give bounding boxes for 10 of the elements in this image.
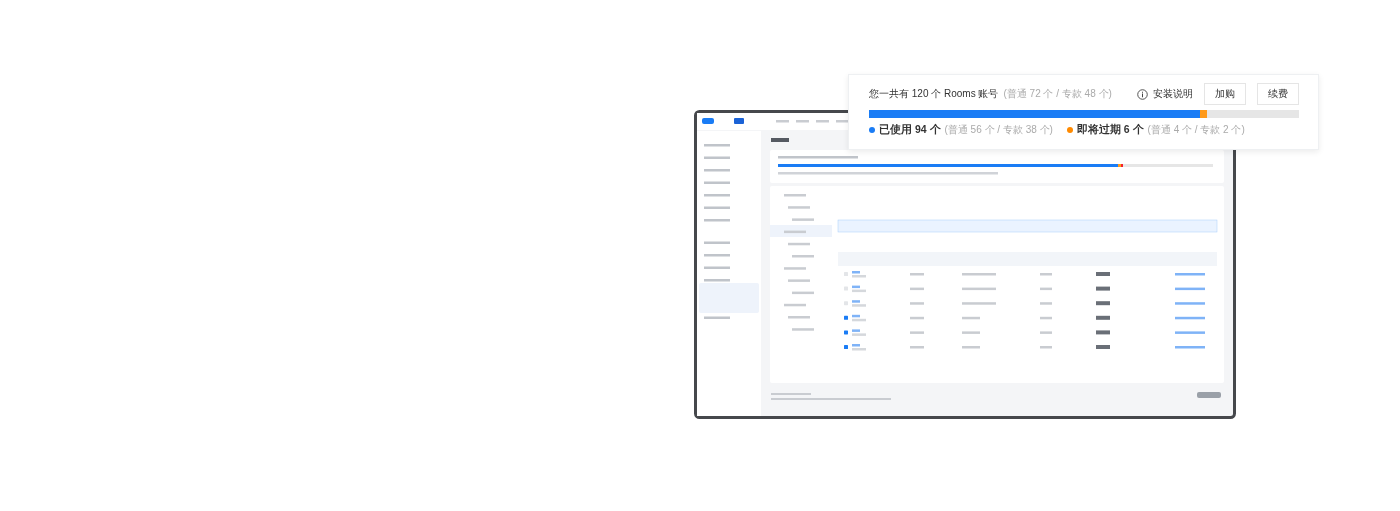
info-icon bbox=[1137, 88, 1148, 100]
toolbar-button[interactable]: 续费 bbox=[1257, 83, 1299, 105]
toolbar-button[interactable]: 加购 bbox=[1204, 83, 1246, 105]
account-breakdown: (普通 72 个 / 专款 48 个) bbox=[1003, 87, 1112, 101]
legend-label: 已使用 94 个 bbox=[879, 123, 941, 137]
legend-breakdown: (普通 4 个 / 专款 2 个) bbox=[1147, 123, 1245, 137]
account-summary: 您一共有 120 个 Rooms 账号 bbox=[869, 87, 999, 101]
legend-label: 即将过期 6 个 bbox=[1076, 123, 1144, 137]
legend-breakdown: (普通 56 个 / 专款 38 个) bbox=[944, 123, 1053, 137]
install-guide-link[interactable]: 安装说明 bbox=[1153, 87, 1193, 101]
